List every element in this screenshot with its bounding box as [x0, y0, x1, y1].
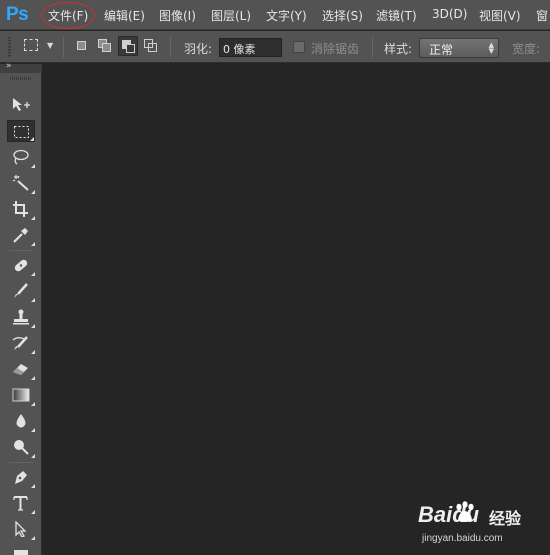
select-arrows-icon: ▲ ▼ — [488, 41, 494, 55]
menu-edit[interactable]: 编辑(E) — [104, 7, 145, 24]
photoshop-logo: Ps — [6, 4, 29, 25]
style-select[interactable]: 正常 ▲ ▼ — [419, 38, 499, 58]
stamp-icon — [13, 309, 29, 325]
brush-icon — [14, 283, 28, 298]
tools-panel: » — [0, 61, 42, 555]
history-brush-icon — [12, 336, 28, 350]
eyedropper-icon — [13, 228, 28, 243]
eraser-tool[interactable] — [7, 358, 35, 380]
options-bar: ▼ 羽化: 0 像素 消除锯齿 样式: 正常 ▲ ▼ 宽度: — [0, 31, 550, 63]
move-tool[interactable] — [7, 94, 35, 116]
divider — [63, 36, 64, 58]
divider — [170, 36, 171, 58]
dodge-icon — [14, 440, 29, 455]
options-bar-grip[interactable] — [8, 37, 11, 57]
menu-window[interactable]: 窗 — [536, 7, 548, 24]
feather-label: 羽化: — [184, 42, 213, 56]
eyedropper-tool[interactable] — [7, 224, 35, 246]
spot-healing-brush-tool[interactable] — [7, 254, 35, 276]
tools-panel-header[interactable]: » — [0, 61, 42, 73]
rectangular-marquee-tool[interactable] — [7, 120, 35, 142]
lasso-icon — [13, 149, 29, 165]
pen-icon — [15, 471, 27, 484]
magic-wand-icon — [12, 175, 29, 191]
menu-bar: Ps 文件(F) 编辑(E) 图像(I) 图层(L) 文字(Y) 选择(S) 滤… — [0, 0, 550, 30]
divider — [372, 36, 373, 58]
move-icon — [13, 98, 30, 111]
brush-tool[interactable] — [7, 280, 35, 302]
baidu-jingyan-watermark: Baidu 经验 jingyan.baidu.com — [418, 497, 548, 553]
tools-panel-grip[interactable] — [10, 77, 32, 80]
feather-input[interactable]: 0 像素 — [219, 38, 282, 57]
type-tool[interactable] — [7, 492, 35, 514]
subtract-from-selection-button[interactable] — [118, 36, 138, 56]
new-selection-button[interactable] — [72, 36, 92, 56]
width-label: 宽度: — [512, 42, 541, 56]
menu-layer[interactable]: 图层(L) — [211, 7, 251, 24]
menu-3d[interactable]: 3D(D) — [432, 7, 467, 21]
history-brush-tool[interactable] — [7, 332, 35, 354]
expand-panel-icon[interactable]: » — [6, 61, 11, 71]
antialias-label: 消除锯齿 — [311, 42, 360, 56]
type-icon — [13, 496, 28, 511]
menu-image[interactable]: 图像(I) — [159, 7, 196, 24]
jingyan-text: 经验 — [489, 509, 522, 528]
clone-stamp-tool[interactable] — [7, 306, 35, 328]
path-selection-icon — [15, 521, 27, 537]
intersect-selection-button[interactable] — [141, 36, 161, 56]
crop-tool[interactable] — [7, 198, 35, 220]
marquee-icon — [14, 126, 29, 138]
crop-icon — [13, 201, 28, 217]
menu-type[interactable]: 文字(Y) — [266, 7, 307, 24]
rectangle-tool[interactable] — [7, 542, 35, 555]
gradient-tool[interactable] — [7, 384, 35, 406]
tools-divider — [9, 250, 33, 251]
style-label: 样式: — [384, 42, 413, 56]
blur-tool[interactable] — [7, 410, 35, 432]
tool-preset-dropdown-icon[interactable]: ▼ — [47, 41, 53, 50]
bandage-icon — [14, 259, 28, 272]
dodge-tool[interactable] — [7, 436, 35, 458]
drop-icon — [16, 414, 26, 428]
eraser-icon — [13, 364, 28, 375]
menu-file[interactable]: 文件(F) — [40, 2, 96, 29]
magic-wand-tool[interactable] — [7, 172, 35, 194]
pen-tool[interactable] — [7, 466, 35, 488]
add-to-selection-button[interactable] — [95, 36, 115, 56]
paw-icon — [456, 501, 474, 522]
gradient-icon — [12, 388, 30, 402]
tools-divider — [9, 462, 33, 463]
watermark-url: jingyan.baidu.com — [422, 533, 503, 544]
menu-select[interactable]: 选择(S) — [322, 7, 363, 24]
tool-preset-icon[interactable] — [24, 39, 38, 51]
menu-view[interactable]: 视图(V) — [479, 7, 521, 24]
path-selection-tool[interactable] — [7, 518, 35, 540]
menu-filter[interactable]: 滤镜(T) — [376, 7, 417, 24]
lasso-tool[interactable] — [7, 146, 35, 168]
canvas-workspace[interactable] — [43, 64, 550, 555]
antialias-checkbox[interactable] — [293, 41, 305, 53]
rectangle-icon — [14, 550, 28, 555]
style-select-value: 正常 — [429, 43, 454, 57]
